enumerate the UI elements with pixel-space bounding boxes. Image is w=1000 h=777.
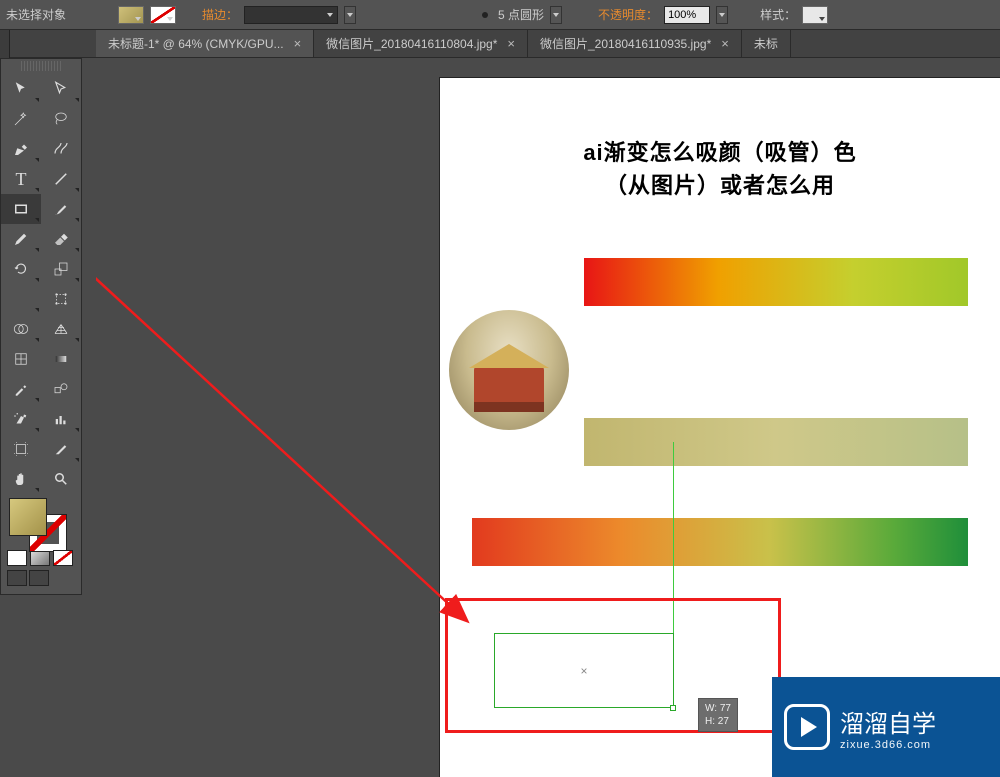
watermark-brand: 溜溜自学 <box>840 704 936 739</box>
gradient-tool[interactable] <box>41 344 81 374</box>
canvas-area[interactable]: ai渐变怎么吸颜（吸管）色 （从图片）或者怎么用 W: 77 H: 27 <box>96 58 1000 777</box>
tab-2[interactable]: 微信图片_20180416110935.jpg* × <box>528 30 742 57</box>
tab-label: 微信图片_20180416110935.jpg* <box>540 35 711 52</box>
watermark-url: zixue.3d66.com <box>840 739 936 751</box>
close-icon[interactable]: × <box>294 36 302 51</box>
pen-tool[interactable] <box>1 134 41 164</box>
brush-profile-dropdown[interactable] <box>550 6 562 24</box>
new-rectangle-being-drawn[interactable] <box>494 633 674 708</box>
gradient-bar-2 <box>584 418 968 466</box>
hand-tool[interactable] <box>1 464 41 494</box>
stroke-weight-input[interactable] <box>244 6 338 24</box>
shape-builder-tool[interactable] <box>1 314 41 344</box>
stroke-dropdown[interactable] <box>344 6 356 24</box>
close-icon[interactable]: × <box>721 36 729 51</box>
dimension-tooltip: W: 77 H: 27 <box>698 698 738 732</box>
brush-dot-icon <box>482 12 488 18</box>
magic-wand-tool[interactable] <box>1 104 41 134</box>
gradient-bar-3 <box>472 518 968 566</box>
eraser-tool[interactable] <box>41 224 81 254</box>
selection-status: 未选择对象 <box>6 6 66 23</box>
tab-label: 微信图片_20180416110804.jpg* <box>326 35 497 52</box>
blend-tool[interactable] <box>41 374 81 404</box>
pencil-tool[interactable] <box>1 224 41 254</box>
sample-image-circle <box>449 310 569 430</box>
scale-tool[interactable] <box>41 254 81 284</box>
play-icon <box>784 704 830 750</box>
fill-swatch[interactable] <box>118 6 144 24</box>
screen-mode-row <box>1 568 81 588</box>
color-mode-none[interactable] <box>53 550 73 566</box>
width-readout: W: 77 <box>705 702 731 715</box>
artboard: ai渐变怎么吸颜（吸管）色 （从图片）或者怎么用 W: 77 H: 27 <box>440 78 1000 777</box>
opacity-dropdown[interactable] <box>716 6 728 24</box>
close-icon[interactable]: × <box>507 36 515 51</box>
control-bar: 未选择对象 描边： 5 点圆形 不透明度： 样式： <box>0 0 1000 30</box>
free-transform-tool[interactable] <box>41 284 81 314</box>
gradient-bar-1 <box>584 258 968 306</box>
selection-tool[interactable] <box>1 74 41 104</box>
symbol-sprayer-tool[interactable] <box>1 404 41 434</box>
toolbox: T <box>0 58 82 595</box>
building-icon <box>474 366 544 412</box>
lasso-tool[interactable] <box>41 104 81 134</box>
color-mode-solid[interactable] <box>7 550 27 566</box>
rectangle-tool[interactable] <box>1 194 41 224</box>
opacity-input[interactable] <box>664 6 710 24</box>
tab-label: 未标题-1* @ 64% (CMYK/GPU... <box>108 35 284 52</box>
drag-handle-icon <box>670 705 676 711</box>
toolbox-grip[interactable] <box>21 61 61 71</box>
direct-selection-tool[interactable] <box>41 74 81 104</box>
zoom-tool[interactable] <box>41 464 81 494</box>
fill-color[interactable] <box>9 498 47 536</box>
dock-panel-stub[interactable] <box>0 30 10 58</box>
style-swatch[interactable] <box>802 6 828 24</box>
artboard-tool[interactable] <box>1 434 41 464</box>
mesh-tool[interactable] <box>1 344 41 374</box>
curvature-tool[interactable] <box>41 134 81 164</box>
watermark: 溜溜自学 zixue.3d66.com <box>772 677 1000 777</box>
screen-mode-full[interactable] <box>29 570 49 586</box>
height-readout: H: 27 <box>705 715 731 728</box>
perspective-grid-tool[interactable] <box>41 314 81 344</box>
style-label: 样式： <box>760 6 796 23</box>
paintbrush-tool[interactable] <box>41 194 81 224</box>
tab-label: 未标 <box>754 35 778 52</box>
tab-1[interactable]: 微信图片_20180416110804.jpg* × <box>314 30 528 57</box>
screen-mode-normal[interactable] <box>7 570 27 586</box>
color-mode-gradient[interactable] <box>30 550 50 566</box>
line-segment-tool[interactable] <box>41 164 81 194</box>
eyedropper-tool[interactable] <box>1 374 41 404</box>
slice-tool[interactable] <box>41 434 81 464</box>
tab-0[interactable]: 未标题-1* @ 64% (CMYK/GPU... × <box>96 30 314 57</box>
brush-profile[interactable]: 5 点圆形 <box>498 6 544 23</box>
fill-stroke-area[interactable] <box>1 494 81 548</box>
title-line-2: （从图片）或者怎么用 <box>440 169 1000 202</box>
rotate-tool[interactable] <box>1 254 41 284</box>
artwork-title: ai渐变怎么吸颜（吸管）色 （从图片）或者怎么用 <box>440 136 1000 202</box>
width-tool[interactable] <box>1 284 41 314</box>
opacity-label: 不透明度： <box>598 6 658 23</box>
stroke-label: 描边： <box>202 6 238 23</box>
document-tab-bar: 未标题-1* @ 64% (CMYK/GPU... × 微信图片_2018041… <box>0 30 1000 58</box>
tab-3[interactable]: 未标 <box>742 30 791 57</box>
type-tool[interactable]: T <box>1 164 41 194</box>
column-graph-tool[interactable] <box>41 404 81 434</box>
title-line-1: ai渐变怎么吸颜（吸管）色 <box>440 136 1000 169</box>
stroke-swatch[interactable] <box>150 6 176 24</box>
